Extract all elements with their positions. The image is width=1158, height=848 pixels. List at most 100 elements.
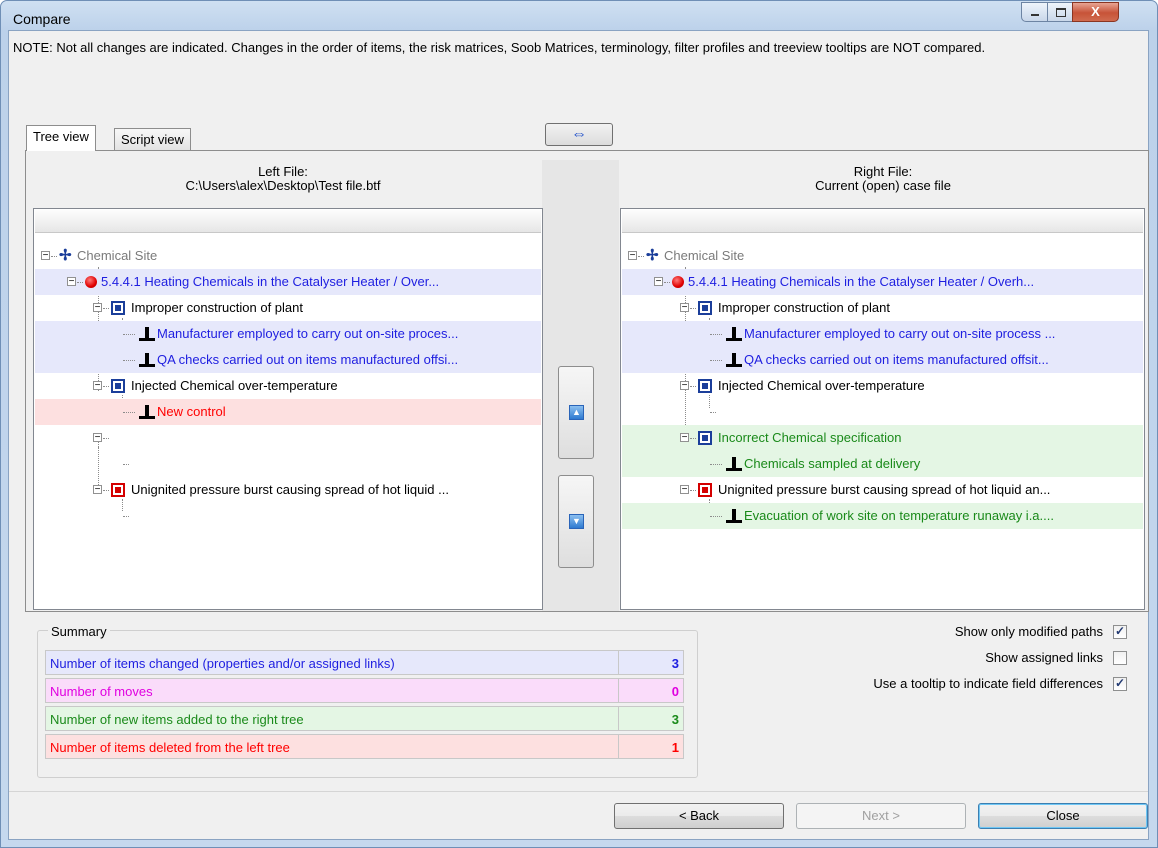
- summary-row-deleted: Number of items deleted from the left tr…: [45, 734, 684, 759]
- site-icon: ✢: [646, 247, 659, 264]
- collapse-toggle-icon[interactable]: −: [680, 381, 689, 391]
- right-tree-header: [622, 210, 1143, 233]
- summary-value: 1: [671, 740, 679, 755]
- collapse-toggle-icon[interactable]: −: [628, 251, 637, 261]
- tree-node-threat[interactable]: − Unignited pressure burst causing sprea…: [622, 477, 1143, 503]
- tree-node-label: Chemical Site: [77, 248, 158, 263]
- minimize-button[interactable]: [1021, 2, 1048, 22]
- previous-difference-button[interactable]: ▲: [558, 366, 594, 459]
- tree-node-label: 5.4.4.1 Heating Chemicals in the Catalys…: [688, 274, 1035, 289]
- tree-node-label: Unignited pressure burst causing spread …: [131, 482, 449, 497]
- tree-node-threat[interactable]: − Injected Chemical over-temperature: [622, 373, 1143, 399]
- right-tree[interactable]: − ✢ Chemical Site − 5.4.4.1 Heating Chem…: [620, 208, 1145, 610]
- collapse-toggle-icon[interactable]: −: [93, 381, 102, 391]
- hazard-icon: [85, 276, 97, 288]
- tree-node-label: Injected Chemical over-temperature: [131, 378, 338, 393]
- tree-node-control[interactable]: QA checks carried out on items manufactu…: [622, 347, 1143, 373]
- option-label: Show assigned links: [985, 650, 1103, 665]
- tree-node-site[interactable]: − ✢ Chemical Site: [622, 243, 1143, 269]
- summary-label: Number of moves: [50, 684, 153, 699]
- tree-node-label: Incorrect Chemical specification: [718, 430, 902, 445]
- tab-tree-view[interactable]: Tree view: [26, 125, 96, 151]
- tree-node-placeholder: [35, 451, 541, 477]
- collapse-toggle-icon[interactable]: −: [93, 433, 102, 443]
- tree-node-threat[interactable]: − Improper construction of plant: [622, 295, 1143, 321]
- left-file-header: Left File: C:\Users\alex\Desktop\Test fi…: [33, 165, 533, 193]
- collapse-toggle-icon[interactable]: −: [41, 251, 50, 261]
- tree-node-hazard[interactable]: − 5.4.4.1 Heating Chemicals in the Catal…: [35, 269, 541, 295]
- show-modified-paths-checkbox[interactable]: [1113, 624, 1127, 639]
- collapse-toggle-icon[interactable]: −: [67, 277, 76, 287]
- threat-icon: [698, 431, 712, 445]
- tree-node-placeholder[interactable]: −: [35, 425, 541, 451]
- summary-value: 3: [671, 712, 679, 727]
- threat-icon: [698, 301, 712, 315]
- option-label: Show only modified paths: [954, 624, 1103, 639]
- tree-node-threat[interactable]: − Injected Chemical over-temperature: [35, 373, 541, 399]
- tree-node-label: Evacuation of work site on temperature r…: [744, 508, 1054, 523]
- left-tree[interactable]: − ✢ Chemical Site − 5.4.4.1 Heating Chem…: [33, 208, 543, 610]
- tab-script-view[interactable]: Script view: [114, 128, 191, 150]
- control-icon: [726, 508, 742, 524]
- next-button[interactable]: Next >: [796, 803, 966, 829]
- left-tree-header: [35, 210, 541, 233]
- window-title: Compare: [13, 11, 71, 27]
- tree-node-threat-added[interactable]: − Incorrect Chemical specification: [622, 425, 1143, 451]
- tree-node-control[interactable]: Manufacturer employed to carry out on-si…: [35, 321, 541, 347]
- tree-node-label: Improper construction of plant: [718, 300, 890, 315]
- tree-node-label: QA checks carried out on items manufactu…: [157, 352, 459, 367]
- tree-node-label: Chemicals sampled at delivery: [744, 456, 921, 471]
- show-assigned-links-checkbox[interactable]: [1113, 651, 1127, 665]
- tree-node-label: Injected Chemical over-temperature: [718, 378, 925, 393]
- tree-node-threat[interactable]: − Unignited pressure burst causing sprea…: [35, 477, 541, 503]
- collapse-toggle-icon[interactable]: −: [93, 303, 102, 313]
- tree-node-label: Manufacturer employed to carry out on-si…: [744, 326, 1056, 341]
- arrow-down-icon: ▼: [569, 514, 584, 529]
- next-difference-button[interactable]: ▼: [558, 475, 594, 568]
- window-close-button[interactable]: X: [1072, 2, 1119, 22]
- hazard-icon: [672, 276, 684, 288]
- left-file-path: C:\Users\alex\Desktop\Test file.btf: [185, 178, 381, 193]
- summary-value: 3: [671, 656, 679, 671]
- tree-node-threat[interactable]: − Improper construction of plant: [35, 295, 541, 321]
- control-icon: [139, 404, 155, 420]
- swap-sides-button[interactable]: ⇔: [545, 123, 613, 146]
- control-icon: [139, 326, 155, 342]
- collapse-toggle-icon[interactable]: −: [680, 485, 689, 495]
- tree-node-site[interactable]: − ✢ Chemical Site: [35, 243, 541, 269]
- tree-node-control-deleted[interactable]: New control: [35, 399, 541, 425]
- right-file-header: Right File: Current (open) case file: [622, 165, 1144, 193]
- option-label: Use a tooltip to indicate field differen…: [873, 676, 1103, 691]
- summary-title: Summary: [48, 624, 110, 639]
- collapse-toggle-icon[interactable]: −: [680, 433, 689, 443]
- right-file-path: Current (open) case file: [815, 178, 951, 193]
- control-icon: [726, 456, 742, 472]
- left-file-label: Left File:: [258, 164, 308, 179]
- note-text: NOTE: Not all changes are indicated. Cha…: [13, 40, 986, 55]
- title-bar: Compare X: [1, 1, 1157, 31]
- tree-node-label: Unignited pressure burst causing spread …: [718, 482, 1051, 497]
- tree-node-control-added[interactable]: Chemicals sampled at delivery: [622, 451, 1143, 477]
- tooltip-differences-checkbox[interactable]: [1113, 676, 1127, 691]
- collapse-toggle-icon[interactable]: −: [680, 303, 689, 313]
- summary-label: Number of items deleted from the left tr…: [50, 740, 290, 755]
- tree-node-control[interactable]: QA checks carried out on items manufactu…: [35, 347, 541, 373]
- summary-row-changed: Number of items changed (properties and/…: [45, 650, 684, 675]
- arrow-up-icon: ▲: [569, 405, 584, 420]
- threat-icon: [111, 483, 125, 497]
- close-button[interactable]: Close: [978, 803, 1148, 829]
- summary-label: Number of items changed (properties and/…: [50, 656, 395, 671]
- tree-node-placeholder: [35, 503, 541, 529]
- collapse-toggle-icon[interactable]: −: [654, 277, 663, 287]
- tree-node-control[interactable]: Manufacturer employed to carry out on-si…: [622, 321, 1143, 347]
- back-button[interactable]: < Back: [614, 803, 784, 829]
- summary-label: Number of new items added to the right t…: [50, 712, 304, 727]
- collapse-toggle-icon[interactable]: −: [93, 485, 102, 495]
- site-icon: ✢: [59, 247, 72, 264]
- tree-node-label: 5.4.4.1 Heating Chemicals in the Catalys…: [101, 274, 440, 289]
- swap-arrows-icon: ⇔: [571, 126, 587, 143]
- threat-icon: [111, 379, 125, 393]
- tree-node-hazard[interactable]: − 5.4.4.1 Heating Chemicals in the Catal…: [622, 269, 1143, 295]
- maximize-button[interactable]: [1047, 2, 1073, 22]
- tree-node-control-added[interactable]: Evacuation of work site on temperature r…: [622, 503, 1143, 529]
